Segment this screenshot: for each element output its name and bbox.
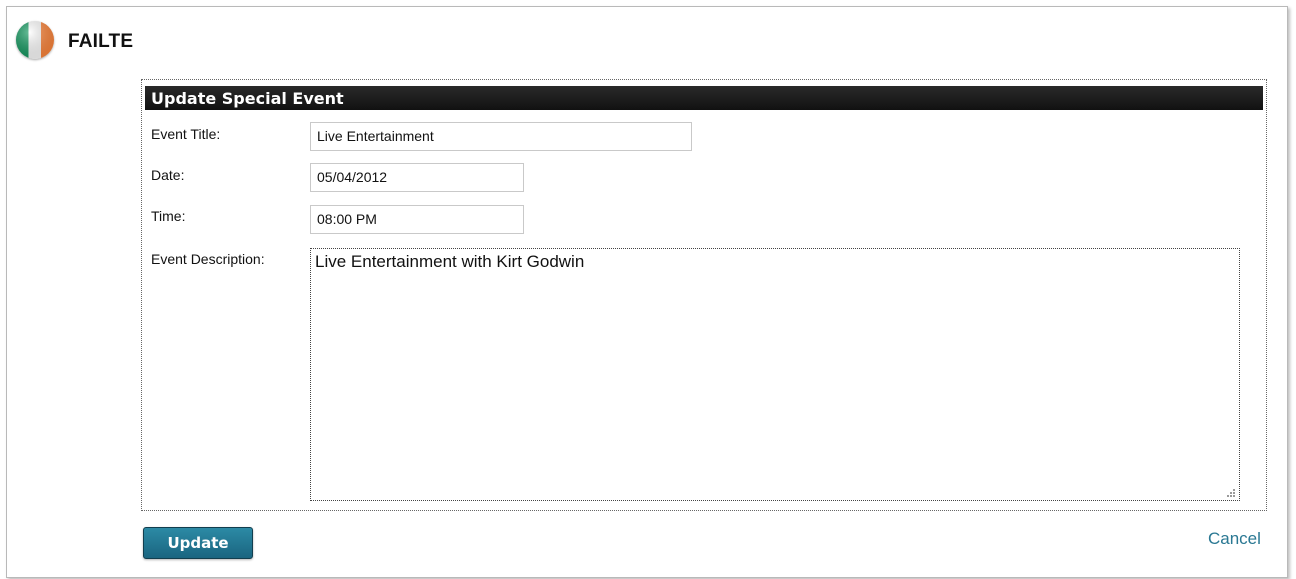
- date-label: Date:: [151, 167, 185, 183]
- event-title-input[interactable]: [310, 122, 692, 151]
- cancel-link[interactable]: Cancel: [1208, 529, 1261, 549]
- ireland-flag-icon: [16, 21, 54, 59]
- date-input[interactable]: [310, 163, 524, 192]
- resize-grip-icon[interactable]: [1226, 488, 1236, 498]
- update-event-panel: Update Special Event Event Title: Date: …: [141, 79, 1267, 511]
- event-description-label: Event Description:: [151, 251, 265, 267]
- event-title-label: Event Title:: [151, 126, 221, 142]
- time-label: Time:: [151, 208, 186, 224]
- brand-name: FAILTE: [68, 31, 134, 52]
- time-input[interactable]: [310, 205, 524, 234]
- panel-header: Update Special Event: [145, 86, 1263, 110]
- update-button[interactable]: Update: [143, 527, 253, 559]
- event-description-textarea[interactable]: [310, 248, 1240, 501]
